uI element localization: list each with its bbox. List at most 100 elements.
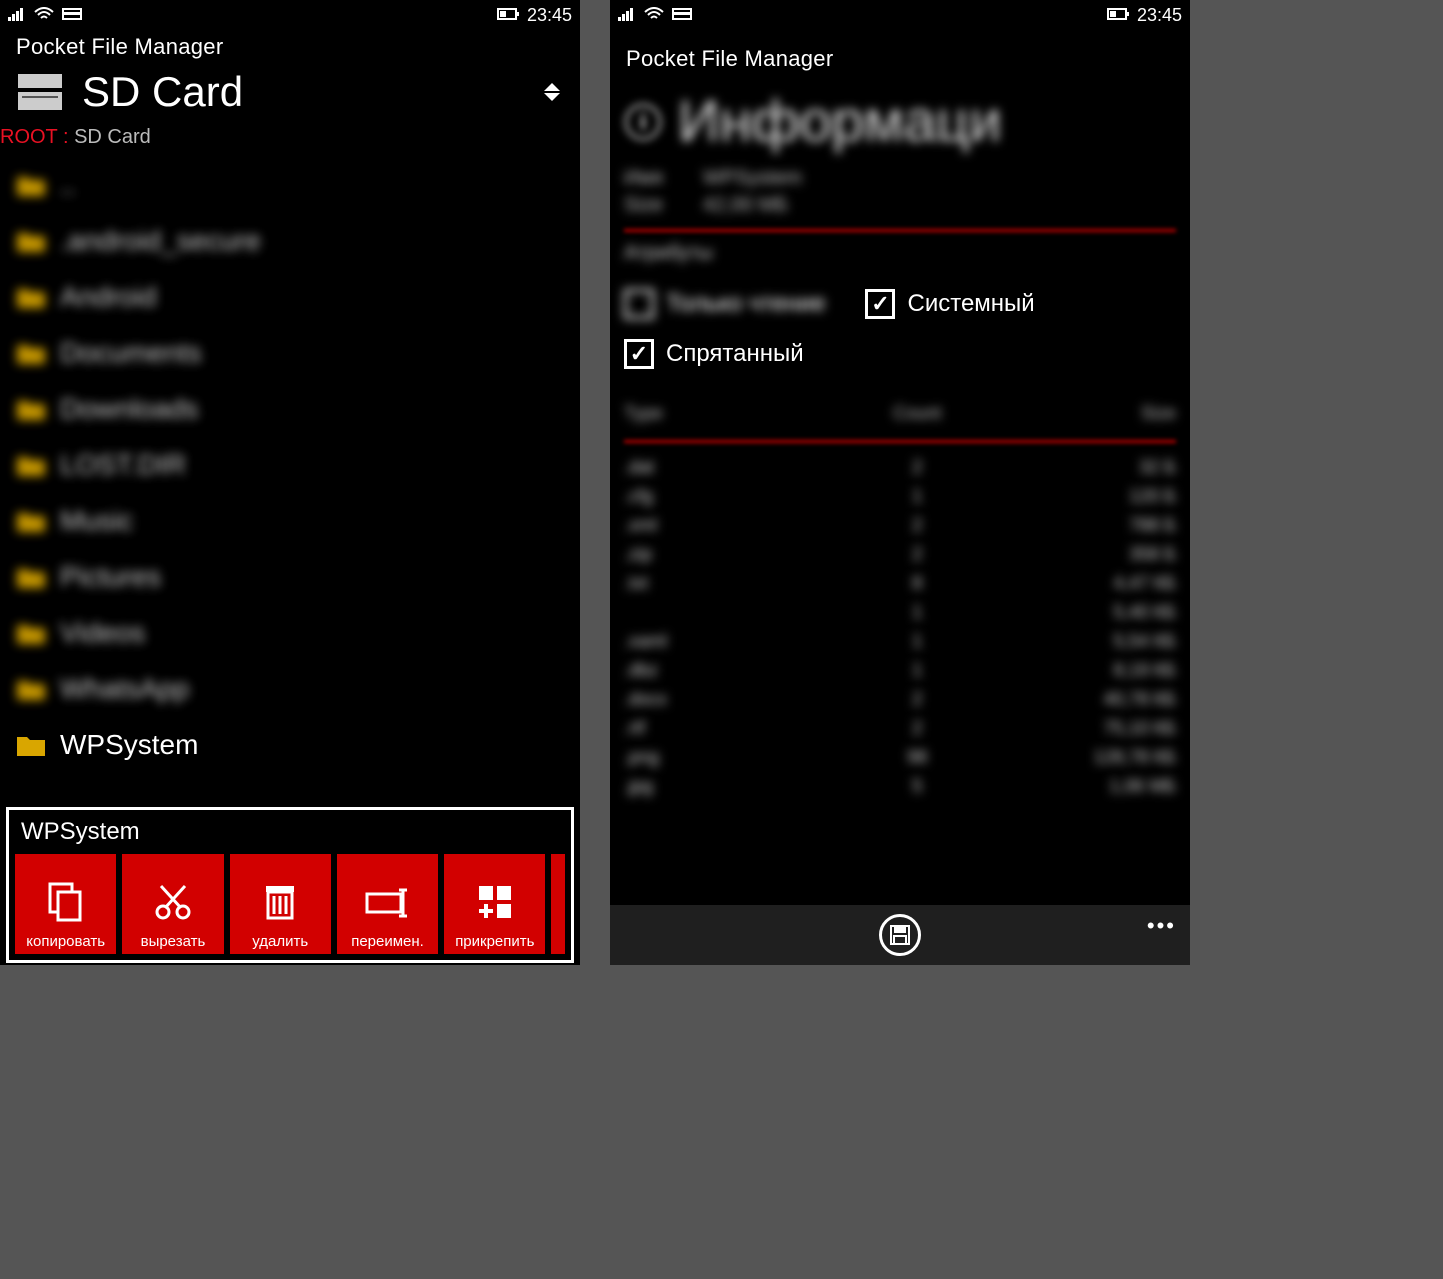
cell-count: 2 <box>831 689 1004 710</box>
more-button[interactable]: ••• <box>1147 913 1176 939</box>
table-row: .dat232 Б <box>624 453 1176 482</box>
attribute-label: Спрятанный <box>666 340 804 368</box>
pin-button[interactable]: прикрепить <box>444 854 545 954</box>
cell-count: 8 <box>831 573 1004 594</box>
attribute-label: Системный <box>907 290 1034 318</box>
cell-count: 5 <box>831 776 1004 797</box>
signal-icon <box>8 5 26 26</box>
cell-count: 2 <box>831 718 1004 739</box>
cut-button[interactable]: вырезать <box>122 854 223 954</box>
th-size: Size <box>1004 403 1177 424</box>
folder-icon <box>16 229 46 253</box>
table-row: .zip2358 Б <box>624 540 1176 569</box>
breadcrumb-sep: : <box>57 126 74 148</box>
action-label: удалить <box>252 933 308 950</box>
list-item[interactable]: WhatsApp <box>16 661 564 717</box>
context-panel: WPSystem копироватьвырезатьудалитьпереим… <box>6 807 574 963</box>
list-item[interactable]: Documents <box>16 325 564 381</box>
file-name: Music <box>60 505 133 537</box>
folder-icon <box>16 677 46 701</box>
cell-size: 788 Б <box>1004 515 1177 536</box>
list-item[interactable]: Pictures <box>16 549 564 605</box>
save-button[interactable] <box>879 914 921 956</box>
folder-icon <box>16 733 46 757</box>
info-header: i Информаци <box>624 74 1176 165</box>
list-item[interactable]: .. <box>16 157 564 213</box>
sort-toggle-icon[interactable] <box>538 78 566 106</box>
list-item[interactable]: Android <box>16 269 564 325</box>
list-item[interactable]: WPSystem <box>16 717 564 773</box>
clock: 23:45 <box>1137 5 1182 26</box>
cell-type: .jpg <box>624 776 831 797</box>
cell-count: 1 <box>831 486 1004 507</box>
delete-icon <box>258 880 302 929</box>
delete-button[interactable]: удалить <box>230 854 331 954</box>
cell-count: 1 <box>831 660 1004 681</box>
table-row: 15,40 КБ <box>624 598 1176 627</box>
cell-size: 32 Б <box>1004 457 1177 478</box>
rename-button[interactable]: переимен. <box>337 854 438 954</box>
list-item[interactable]: Videos <box>16 605 564 661</box>
statusbar: 23:45 <box>0 0 580 28</box>
cell-type: .docx <box>624 689 831 710</box>
folder-icon <box>16 453 46 477</box>
cell-type: .dat <box>624 457 831 478</box>
drive-icon <box>14 70 66 114</box>
more-actions-button[interactable] <box>551 854 565 954</box>
battery-icon <box>497 5 521 26</box>
right-phone-screen: 23:45 Pocket File Manager i Информаци Им… <box>610 0 1190 965</box>
cell-type: .zip <box>624 544 831 565</box>
checkbox-icon <box>624 289 654 319</box>
cell-size: 5,54 КБ <box>1004 631 1177 652</box>
breadcrumb[interactable]: ROOT : SD Card <box>0 122 580 157</box>
signal-icon <box>618 5 636 26</box>
info-row: Size42,00 МБ <box>624 192 1176 219</box>
cell-size: 128,78 КБ <box>1004 747 1177 768</box>
list-item[interactable]: Downloads <box>16 381 564 437</box>
context-actions: копировать вырезать удалить переимен. прикре… <box>15 854 565 954</box>
attributes: Только чтение Системный Спрятанный <box>624 265 1176 397</box>
table-row: .cfg1120 Б <box>624 482 1176 511</box>
checkbox-icon <box>865 289 895 319</box>
folder-icon <box>16 621 46 645</box>
table-row: .dbz18,19 КБ <box>624 656 1176 685</box>
attribute-checkbox[interactable]: Системный <box>865 279 1034 329</box>
table-row: .xml2788 Б <box>624 511 1176 540</box>
attribute-checkbox[interactable]: Только чтение <box>624 279 825 329</box>
file-name: .. <box>60 169 76 201</box>
list-item[interactable]: LOST.DIR <box>16 437 564 493</box>
file-name: Pictures <box>60 561 161 593</box>
cell-size: 4,47 КБ <box>1004 573 1177 594</box>
file-name: Android <box>60 281 157 313</box>
app-title: Pocket File Manager <box>0 28 580 62</box>
attribute-checkbox[interactable]: Спрятанный <box>624 329 804 379</box>
attribute-label: Только чтение <box>666 290 825 318</box>
cell-count: 98 <box>831 747 1004 768</box>
cell-size: 8,19 КБ <box>1004 660 1177 681</box>
location-row[interactable]: SD Card <box>0 62 580 122</box>
checkbox-icon <box>624 339 654 369</box>
list-item[interactable]: Music <box>16 493 564 549</box>
copy-icon <box>44 880 88 929</box>
action-label: копировать <box>26 933 105 950</box>
list-item[interactable]: .android_secure <box>16 213 564 269</box>
battery-icon <box>1107 5 1131 26</box>
breadcrumb-path: SD Card <box>74 126 151 148</box>
table-body: .dat232 Б.cfg1120 Б.xml2788 Б.zip2358 Б.… <box>624 453 1176 801</box>
info-value: WPSystem <box>703 167 802 190</box>
action-label: прикрепить <box>455 933 534 950</box>
cell-count: 2 <box>831 544 1004 565</box>
copy-button[interactable]: копировать <box>15 854 116 954</box>
breadcrumb-root: ROOT <box>0 126 57 148</box>
info-value: 42,00 МБ <box>703 194 788 217</box>
th-count: Count <box>831 403 1004 424</box>
wifi-icon <box>644 5 664 26</box>
action-label: переимен. <box>351 933 424 950</box>
cell-type: .txt <box>624 573 831 594</box>
cell-type: .xml <box>624 515 831 536</box>
cell-size: 120 Б <box>1004 486 1177 507</box>
info-icon: i <box>624 103 662 141</box>
attrs-header: Атрибуты <box>624 242 1176 265</box>
info-key: Имя <box>624 167 663 190</box>
app-title: Pocket File Manager <box>610 28 1190 74</box>
